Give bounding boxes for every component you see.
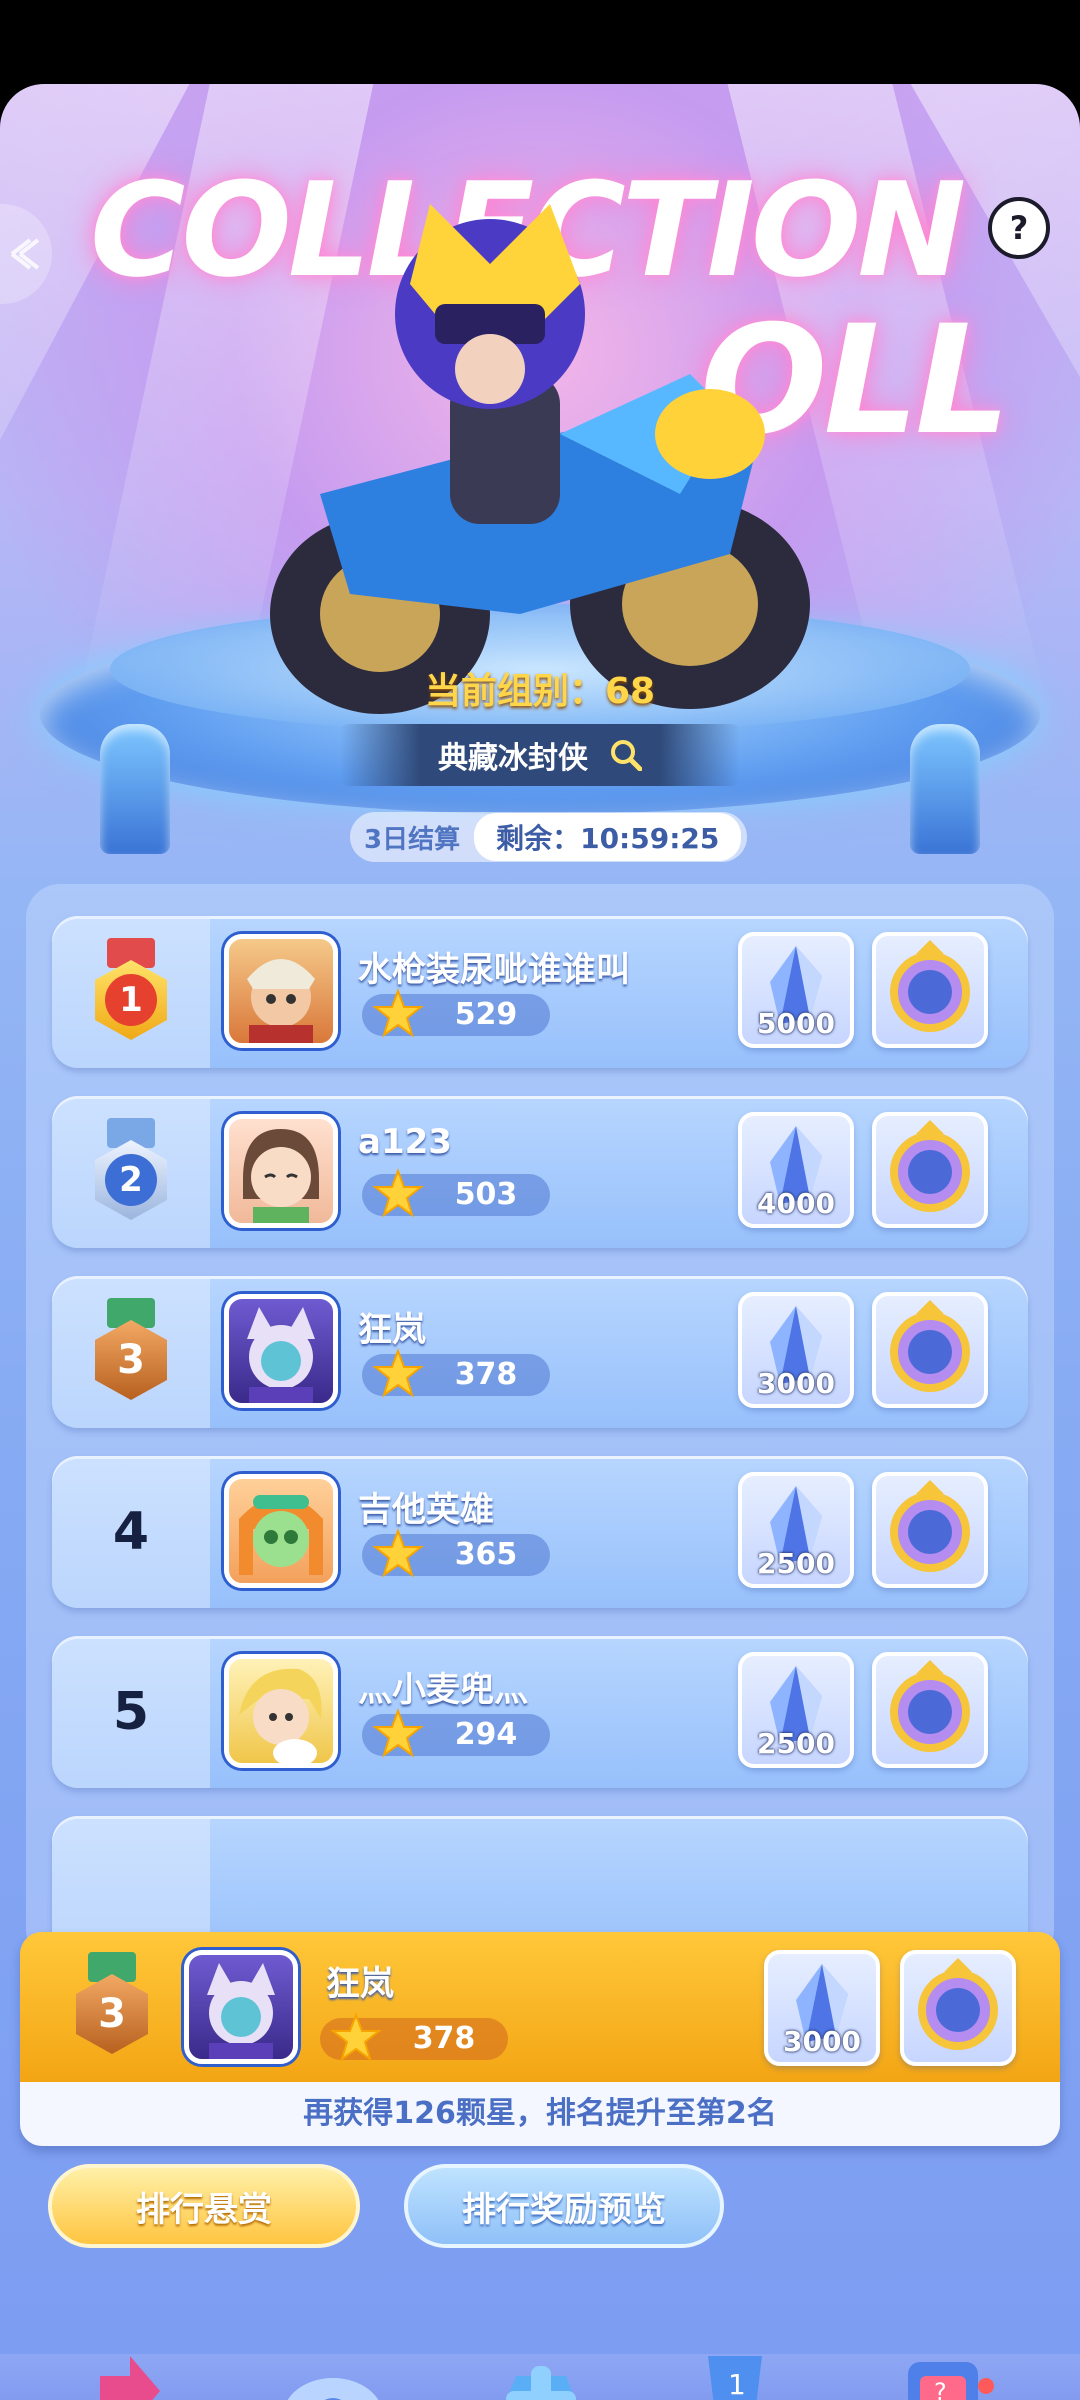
reward-frame[interactable] xyxy=(872,932,988,1048)
tab-reward-preview[interactable]: 排行奖励预览 xyxy=(404,2164,724,2248)
score-value: 365 xyxy=(454,1537,518,1572)
star-icon xyxy=(372,1348,424,1398)
score-value: 529 xyxy=(454,997,518,1032)
collection-name: 典藏冰封侠 xyxy=(438,741,588,776)
hand-arrow-icon[interactable] xyxy=(60,2336,190,2400)
reward-count: 2500 xyxy=(757,1727,835,1760)
my-score-value: 378 xyxy=(412,2021,476,2056)
ranking-row[interactable]: 5 灬小麦兜灬 294 2500 xyxy=(52,1636,1028,1788)
reward-crystal[interactable]: 2500 xyxy=(738,1472,854,1588)
rank-up-hint: 再获得126颗星，排名提升至第2名 xyxy=(20,2082,1060,2146)
my-reward-count: 3000 xyxy=(783,2025,861,2058)
search-icon[interactable] xyxy=(610,739,643,772)
screen: COLLECTION OLL ? 当前组别：68 典藏冰封侠 xyxy=(0,84,1080,2400)
reward-count: 5000 xyxy=(757,1007,835,1040)
avatar[interactable] xyxy=(224,1114,338,1228)
avatar-frame-icon xyxy=(890,1660,970,1752)
my-reward-crystal[interactable]: 3000 xyxy=(764,1950,880,2066)
whistle-icon[interactable] xyxy=(268,2336,398,2400)
score-pill: 365 xyxy=(362,1528,550,1578)
reward-crystal[interactable]: 3000 xyxy=(738,1292,854,1408)
rank-cell: 2 xyxy=(52,1096,210,1248)
remaining-time: 剩余：10:59:25 xyxy=(474,813,742,861)
reward-frame[interactable] xyxy=(872,1292,988,1408)
settlement-timer: 3日结算 剩余：10:59:25 xyxy=(350,812,748,862)
back-arrow-icon[interactable] xyxy=(0,204,52,304)
star-icon xyxy=(372,988,424,1038)
rank-cell: 3 xyxy=(52,1276,210,1428)
player-name: 吉他英雄 xyxy=(358,1490,494,1530)
reward-count: 4000 xyxy=(757,1187,835,1220)
reward-crystal[interactable]: 4000 xyxy=(738,1112,854,1228)
star-icon xyxy=(372,1708,424,1758)
reward-crystal[interactable]: 5000 xyxy=(738,932,854,1048)
help-icon: ? xyxy=(1009,209,1029,247)
avatar-frame-icon xyxy=(918,1958,998,2050)
player-name: 灬小麦兜灬 xyxy=(358,1670,528,1710)
svg-text:1: 1 xyxy=(728,2368,746,2400)
bronze-medal-icon: 3 xyxy=(66,1952,158,2060)
trophy-icon[interactable]: 1 xyxy=(670,2336,800,2400)
group-label: 当前组别：68 xyxy=(424,671,656,712)
gold-medal-icon: 1 xyxy=(85,938,177,1046)
ranking-row[interactable]: 1 水枪装尿呲谁谁叫 529 5000 xyxy=(52,916,1028,1068)
silver-medal-icon: 2 xyxy=(85,1118,177,1226)
ranking-row[interactable]: 3 狂岚 378 3000 xyxy=(52,1276,1028,1428)
avatar-frame-icon xyxy=(890,1120,970,1212)
avatar[interactable] xyxy=(224,934,338,1048)
my-score-pill: 378 xyxy=(320,2012,508,2062)
avatar-frame-icon xyxy=(890,1300,970,1392)
player-name: 水枪装尿呲谁谁叫 xyxy=(358,950,630,990)
platform-post-right xyxy=(910,724,980,854)
reward-count: 2500 xyxy=(757,1547,835,1580)
avatar[interactable] xyxy=(224,1654,338,1768)
settle-period-label: 3日结算 xyxy=(364,824,461,855)
hero-character-image xyxy=(270,204,810,714)
player-name: a123 xyxy=(358,1122,452,1162)
score-value: 503 xyxy=(454,1177,518,1212)
score-value: 294 xyxy=(454,1717,518,1752)
ranking-row[interactable]: 4 吉他英雄 365 2500 xyxy=(52,1456,1028,1608)
reward-frame[interactable] xyxy=(872,1652,988,1768)
reward-crystal[interactable]: 2500 xyxy=(738,1652,854,1768)
hero-banner: COLLECTION OLL ? 当前组别：68 典藏冰封侠 xyxy=(0,84,1080,854)
rank-cell: 1 xyxy=(52,916,210,1068)
reward-frame[interactable] xyxy=(872,1112,988,1228)
help-button[interactable]: ? xyxy=(988,197,1050,259)
slot-machine-icon[interactable]: ? xyxy=(880,2336,1010,2400)
my-reward-frame[interactable] xyxy=(900,1950,1016,2066)
star-icon xyxy=(372,1528,424,1578)
score-pill: 294 xyxy=(362,1708,550,1758)
ranking-row[interactable]: 2 a123 503 4000 xyxy=(52,1096,1028,1248)
tab-rank-reward[interactable]: 排行悬赏 xyxy=(48,2164,360,2248)
score-pill: 503 xyxy=(362,1168,550,1218)
reward-frame[interactable] xyxy=(872,1472,988,1588)
reward-count: 3000 xyxy=(757,1367,835,1400)
rank-number: 5 xyxy=(52,1636,210,1788)
svg-text:?: ? xyxy=(934,2378,947,2400)
star-icon xyxy=(372,1168,424,1218)
rank-number: 4 xyxy=(52,1456,210,1608)
gamepad-icon[interactable] xyxy=(476,2336,606,2400)
star-icon xyxy=(330,2012,382,2062)
collection-name-bar[interactable]: 典藏冰封侠 xyxy=(340,724,740,786)
player-name: 狂岚 xyxy=(358,1310,426,1350)
bronze-medal-icon: 3 xyxy=(85,1298,177,1406)
avatar-frame-icon xyxy=(890,940,970,1032)
avatar[interactable] xyxy=(224,1474,338,1588)
score-pill: 529 xyxy=(362,988,550,1038)
my-avatar[interactable] xyxy=(184,1950,298,2064)
score-value: 378 xyxy=(454,1357,518,1392)
platform-post-left xyxy=(100,724,170,854)
my-player-name: 狂岚 xyxy=(326,1964,394,2004)
score-pill: 378 xyxy=(362,1348,550,1398)
my-rank-card[interactable]: 3 狂岚 378 3000 再获得126颗星，排名提升至第2名 xyxy=(20,1932,1060,2146)
avatar[interactable] xyxy=(224,1294,338,1408)
avatar-frame-icon xyxy=(890,1480,970,1572)
